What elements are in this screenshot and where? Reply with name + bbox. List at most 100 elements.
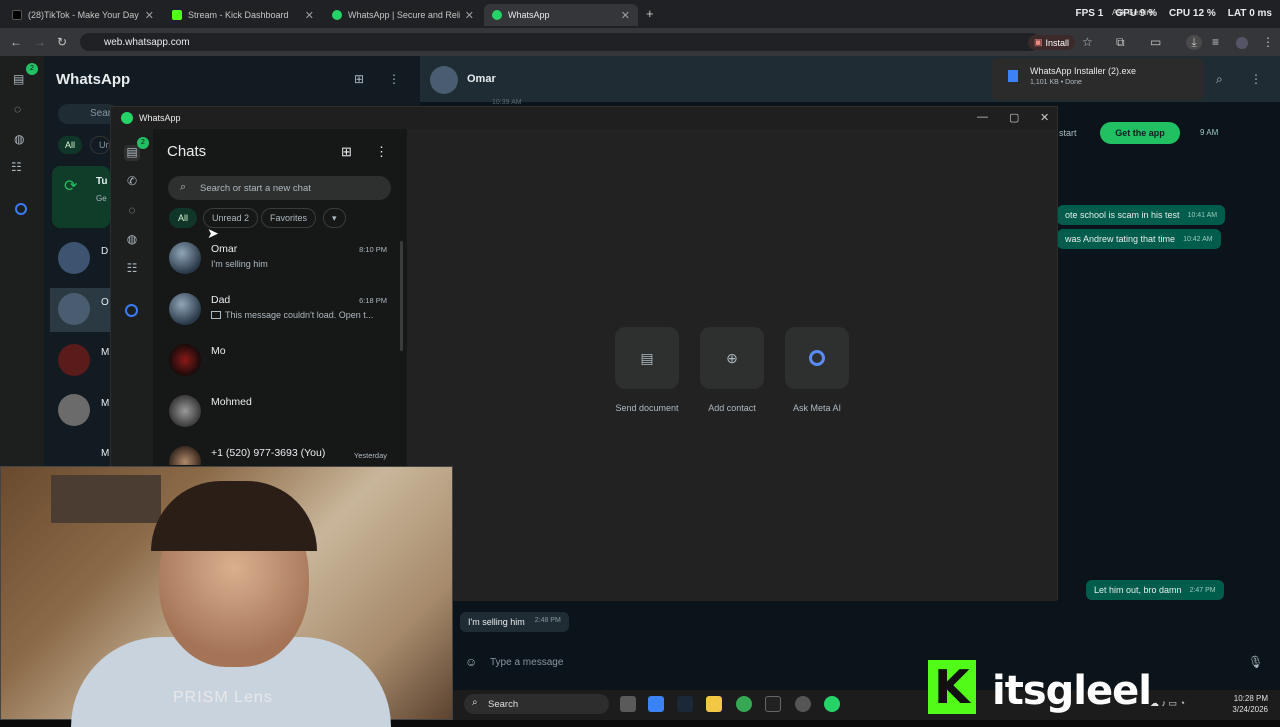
tab-whatsapp-site[interactable]: WhatsApp | Secure and Reliab...✕ — [324, 4, 482, 26]
add-contact-icon: ⊕ — [700, 327, 764, 389]
system-tray-icons[interactable]: ☁ ♪ ▭ ◔ — [1150, 698, 1185, 709]
bg-nav-rail — [0, 56, 44, 466]
extensions-icon[interactable]: ⧉ — [1116, 35, 1125, 50]
task-view-icon[interactable] — [620, 696, 636, 712]
taskbar-search[interactable]: Search — [464, 694, 609, 714]
meta-ai-icon[interactable] — [15, 203, 27, 215]
avatar — [58, 242, 90, 274]
chat-preview: I'm selling him — [211, 259, 268, 269]
app-icon[interactable] — [795, 696, 811, 712]
status-icon[interactable]: ◌ — [14, 102, 21, 116]
forward-icon[interactable]: → — [34, 35, 46, 49]
app-icon[interactable] — [765, 696, 781, 712]
tab-tiktok[interactable]: (28)TikTok - Make Your Day ✕ — [4, 4, 162, 26]
bg-search[interactable]: Sear — [58, 104, 118, 124]
new-chat-icon[interactable]: ⊞ — [341, 144, 352, 160]
avatar[interactable] — [1236, 37, 1248, 49]
close-icon[interactable]: ✕ — [465, 9, 474, 22]
channels-icon[interactable]: ◍ — [14, 132, 24, 146]
communities-icon[interactable]: ☷ — [124, 261, 140, 277]
menu-icon[interactable]: ⋮ — [1262, 35, 1274, 49]
more-icon[interactable]: ⋮ — [388, 72, 400, 86]
chats-icon[interactable]: ▤ — [13, 72, 24, 86]
chat-list-item[interactable]: +1 (520) 977-3693 (You) Yesterday — [153, 439, 407, 465]
steam-icon[interactable] — [677, 696, 693, 712]
chat-list-item[interactable]: Omar I'm selling him 8:10 PM — [153, 235, 407, 285]
cast-icon[interactable]: ▭ — [1150, 35, 1161, 49]
send-document-button[interactable]: ▤ Send document — [615, 327, 679, 413]
chat-preview: This message couldn't load. Open t... — [225, 310, 374, 320]
file-explorer-icon[interactable] — [706, 696, 722, 712]
reload-icon[interactable]: ↻ — [57, 35, 67, 49]
chip-more-dropdown[interactable]: ▾ — [323, 208, 346, 228]
outgoing-message: ote school is scam in his test 10:41 AM — [1057, 205, 1226, 225]
chats-icon[interactable]: ▤ — [124, 145, 140, 161]
bg-contact-name[interactable]: Omar — [467, 73, 496, 85]
bg-list-item[interactable]: D — [101, 246, 108, 257]
bg-list-item[interactable]: M — [101, 448, 109, 459]
microphone-icon[interactable]: 🎙 — [1248, 655, 1263, 669]
bg-chip-all[interactable]: All — [58, 136, 82, 154]
reading-list-icon[interactable]: ≡ — [1212, 35, 1219, 49]
add-contact-button[interactable]: ⊕ Add contact — [700, 327, 764, 413]
refresh-icon: ⟳ — [64, 178, 78, 195]
whatsapp-taskbar-icon[interactable] — [824, 696, 840, 712]
outgoing-message: Let him out, bro damn 2:47 PM — [1086, 580, 1224, 600]
communities-icon[interactable]: ☷ — [11, 160, 22, 174]
taskbar-clock[interactable]: 10:28 PM 3/24/2026 — [1232, 693, 1268, 715]
close-icon[interactable]: ✕ — [305, 9, 314, 22]
avatar — [58, 344, 90, 376]
close-icon[interactable]: ✕ — [621, 9, 630, 22]
mouse-cursor-icon: ➤ — [207, 225, 219, 241]
bookmark-star-icon[interactable]: ☆ — [1082, 35, 1093, 49]
chat-list-item[interactable]: Dad This message couldn't load. Open t..… — [153, 286, 407, 336]
avatar — [169, 344, 201, 376]
chat-list-item[interactable]: Mohmed — [153, 388, 407, 438]
chip-all[interactable]: All — [169, 208, 198, 228]
avatar[interactable] — [430, 66, 458, 94]
chat-list-item[interactable]: Mo — [153, 337, 407, 387]
bg-list-item[interactable]: M — [101, 398, 109, 409]
bg-list-item[interactable]: O — [101, 297, 109, 308]
minimize-icon[interactable]: — — [977, 111, 988, 123]
search-icon[interactable]: ⌕ — [1216, 72, 1223, 87]
meta-ai-icon — [785, 327, 849, 389]
file-icon — [1008, 70, 1018, 82]
whatsapp-logo-icon — [121, 112, 133, 124]
download-icon[interactable]: ⤓ — [1186, 35, 1202, 50]
webcam-overlay-text: PRISM Lens — [173, 689, 273, 706]
status-icon[interactable]: ◌ — [124, 203, 140, 219]
new-chat-icon[interactable]: ⊞ — [354, 72, 364, 86]
calls-icon[interactable]: ✆ — [124, 174, 140, 190]
more-icon[interactable]: ⋮ — [1250, 72, 1262, 86]
sticker-icon[interactable]: ☺ — [465, 655, 477, 669]
bg-badge: 2 — [26, 63, 38, 75]
meta-ai-icon[interactable] — [125, 304, 138, 317]
chip-favorites[interactable]: Favorites — [261, 208, 317, 228]
install-icon: ▣ — [1034, 37, 1043, 47]
download-bubble[interactable]: WhatsApp Installer (2).exe 1,101 KB • Do… — [992, 58, 1204, 100]
install-button[interactable]: ▣ Install — [1028, 35, 1076, 50]
ask-meta-ai-button[interactable]: Ask Meta AI — [785, 327, 849, 413]
more-icon[interactable]: ⋮ — [375, 144, 388, 160]
close-icon[interactable]: ✕ — [145, 9, 154, 22]
maximize-icon[interactable]: ▢ — [1009, 111, 1019, 124]
channels-icon[interactable]: ◍ — [124, 232, 140, 248]
url-field[interactable]: web.whatsapp.com — [80, 33, 1040, 51]
bg-list-item[interactable]: M — [101, 347, 109, 358]
get-app-button[interactable]: Get the app — [1100, 122, 1180, 144]
chat-time: 8:10 PM — [359, 245, 387, 254]
new-tab-button[interactable]: + — [646, 6, 654, 21]
tab-kick[interactable]: Stream - Kick Dashboard ✕ — [164, 4, 322, 26]
back-icon[interactable]: ← — [10, 35, 22, 49]
bg-chip-unread[interactable]: Ur — [90, 136, 110, 154]
kick-logo-icon: K — [928, 660, 976, 714]
close-icon[interactable]: ✕ — [1040, 111, 1049, 124]
message-input[interactable]: Type a message — [455, 650, 1280, 674]
search-input[interactable]: Search or start a new chat — [168, 176, 391, 200]
avatar — [169, 242, 201, 274]
tab-whatsapp-web[interactable]: WhatsApp ✕ — [484, 4, 638, 26]
window-title: WhatsApp — [139, 113, 181, 123]
copilot-icon[interactable] — [648, 696, 664, 712]
chrome-icon[interactable] — [736, 696, 752, 712]
